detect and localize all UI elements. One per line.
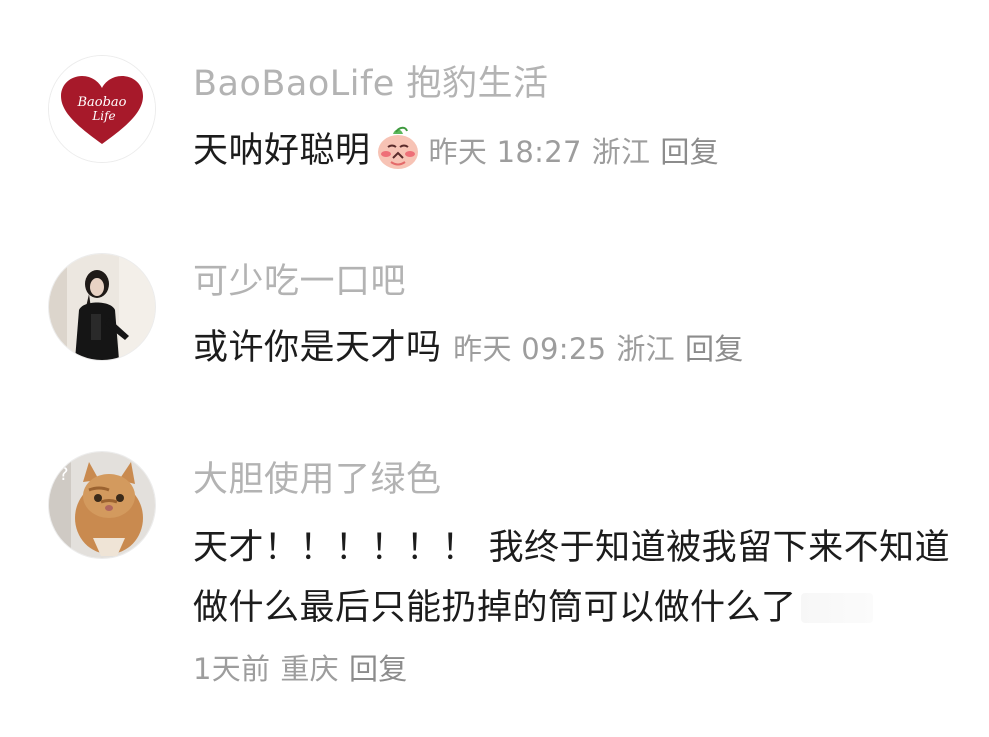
reply-button[interactable]: 回复	[685, 332, 744, 366]
comment-text: 天呐好聪明	[193, 131, 371, 171]
username[interactable]: 可少吃一口吧	[193, 260, 406, 304]
heart-logo-icon: Baobao Life	[49, 56, 155, 162]
svg-text:Life: Life	[91, 109, 115, 123]
comment-text: 或许你是天才吗	[193, 328, 442, 368]
user-photo-icon	[49, 254, 155, 360]
comment-time: 昨天 09:25	[453, 332, 607, 366]
comment-meta: 昨天 18:27 浙江 回复	[429, 135, 729, 169]
comment-text-block: 天才！！！！！！ 我终于知道被我留下来不知道做什么最后只能扔掉的筒可以做什么了1…	[193, 518, 953, 699]
username[interactable]: 大胆使用了绿色	[193, 458, 442, 502]
blushing-peach-emoji-icon	[377, 126, 418, 169]
comment-text-block: 或许你是天才吗 昨天 09:25 浙江 回复	[193, 320, 953, 377]
avatar[interactable]: Baobao Life	[48, 55, 156, 163]
avatar[interactable]: ?	[48, 451, 156, 559]
cat-photo-icon: ?	[49, 452, 155, 558]
username[interactable]: BaoBaoLife 抱豹生活	[193, 62, 548, 106]
svg-text:?: ?	[59, 464, 69, 485]
avatar[interactable]	[48, 253, 156, 361]
comment-location: 浙江	[616, 332, 675, 366]
comment-location: 重庆	[280, 652, 339, 686]
svg-text:Baobao: Baobao	[76, 95, 126, 110]
comment-meta: 昨天 09:25 浙江 回复	[453, 332, 753, 366]
reply-button[interactable]: 回复	[349, 652, 408, 686]
blurred-area	[800, 593, 873, 623]
comment-meta: 1天前 重庆 回复	[193, 652, 418, 686]
reply-button[interactable]: 回复	[660, 135, 719, 169]
comment-time: 1天前	[193, 652, 271, 686]
comment-location: 浙江	[591, 135, 651, 169]
comment-text-block: 天呐好聪明 昨天 18:27 浙江 回复	[193, 122, 953, 180]
comment-time: 昨天 18:27	[428, 135, 582, 169]
